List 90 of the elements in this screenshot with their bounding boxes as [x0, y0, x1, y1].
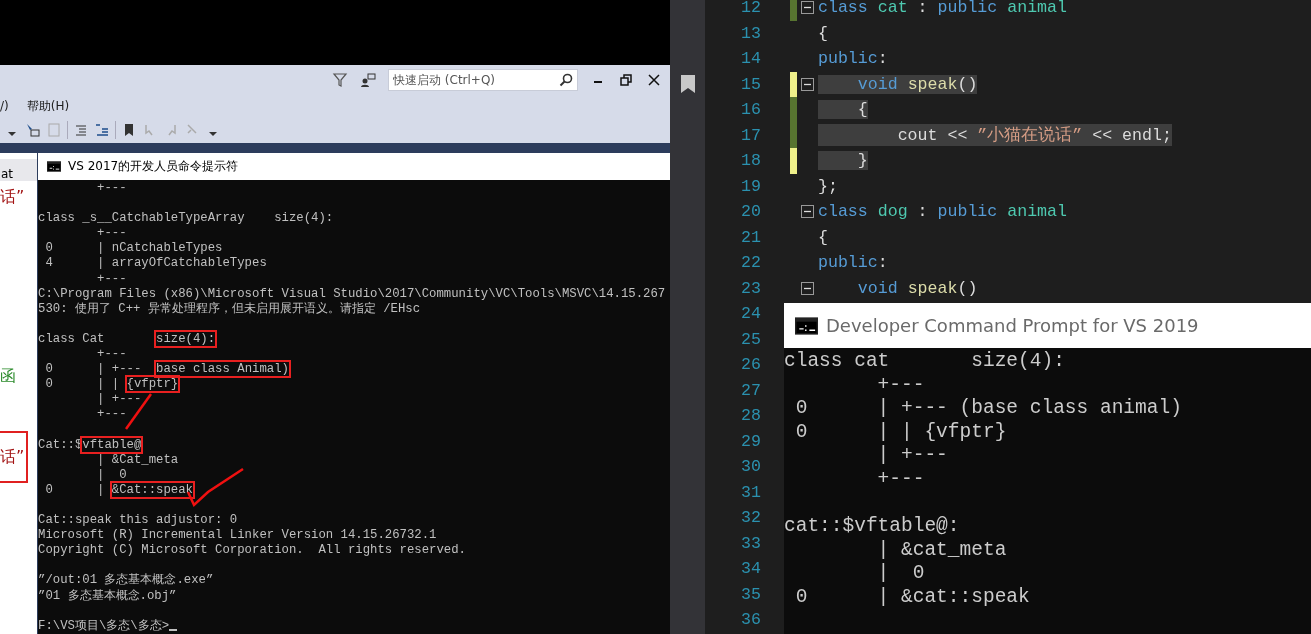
code-fragment: 函 — [0, 366, 17, 387]
console-line: 0 | nCatchableTypes — [44, 241, 223, 257]
line-number: 14 — [740, 49, 761, 69]
line-number: 29 — [740, 431, 761, 451]
console-line: | +--- — [96, 392, 142, 408]
line-number: 13 — [740, 23, 761, 43]
line-number: 36 — [740, 610, 761, 630]
console-line: 0 | &Cat::speak — [44, 482, 193, 498]
restore-button[interactable] — [618, 72, 634, 88]
indent-icon[interactable] — [73, 122, 89, 138]
console-line: +--- — [96, 226, 127, 242]
collapse-icon[interactable] — [801, 1, 814, 15]
console-line: +--- — [96, 407, 127, 423]
console-line: Microsoft (R) Incremental Linker Version 14.15.26732.1 — [38, 528, 437, 544]
cursor-icon[interactable] — [25, 122, 41, 138]
line-number: 18 — [740, 151, 761, 171]
window-title: VS 2017的开发人员命令提示符 — [68, 158, 239, 175]
line-number: 19 — [740, 176, 761, 196]
code-line: { — [818, 227, 828, 247]
console-line: 530: 使用了 C++ 异常处理程序，但未启用展开语义。请指定 /EHsc — [38, 301, 421, 317]
console-line: 0 | +--- base class Animal) — [44, 362, 289, 378]
code-line: }; — [818, 176, 838, 196]
close-button[interactable] — [646, 72, 662, 88]
code-fragment: 话” — [0, 187, 26, 208]
line-number: 33 — [740, 533, 761, 553]
line-number: 16 — [740, 100, 761, 120]
collapse-icon[interactable] — [801, 281, 814, 295]
console-line: +--- — [96, 181, 127, 197]
collapse-icon[interactable] — [801, 77, 814, 91]
console-line: Cat::speak this adjustor: 0 — [38, 513, 238, 529]
terminal-icon — [795, 316, 818, 335]
code-line: { — [818, 23, 828, 43]
line-number: 30 — [740, 457, 761, 477]
line-number: 15 — [740, 74, 761, 94]
console-line: +--- — [876, 467, 925, 492]
menu-item[interactable]: 帮助(H) — [26, 97, 70, 115]
console-line: +--- — [96, 271, 127, 287]
code-line: class cat : public animal — [818, 0, 1067, 18]
console-line: 0 | &cat::speak — [794, 585, 1030, 610]
menu-item[interactable]: /) — [0, 99, 9, 113]
quick-launch-field[interactable]: 快速启动 (Ctrl+Q) — [388, 69, 578, 91]
console-line: | &Cat_meta — [96, 452, 179, 468]
line-number: 34 — [740, 559, 761, 579]
line-number: 22 — [740, 253, 761, 273]
console-line: | 0 — [96, 467, 127, 483]
search-icon — [558, 72, 574, 88]
terminal-icon — [47, 161, 61, 172]
console-line: | &cat_meta — [876, 538, 1007, 563]
console-line: | +--- — [876, 444, 948, 468]
line-number: 23 — [740, 278, 761, 298]
collapse-icon[interactable] — [801, 205, 814, 219]
console-prompt: F:\VS项目\多态\多态> — [38, 618, 170, 634]
console-line: 0 | +--- (base class animal) — [794, 397, 1182, 421]
line-number: 35 — [740, 584, 761, 604]
code-line: class dog : public animal — [818, 202, 1067, 222]
line-number: 25 — [740, 329, 761, 349]
console-line: cat::$vftable@: — [784, 515, 960, 539]
line-number: 21 — [740, 227, 761, 247]
console-line: 0 | | {vfptr} — [44, 377, 179, 393]
indent-icon[interactable] — [94, 122, 110, 138]
console-line: +--- — [876, 373, 925, 398]
code-line: public: — [818, 253, 888, 273]
line-number: 28 — [740, 406, 761, 426]
window-title: Developer Command Prompt for VS 2019 — [826, 315, 1199, 336]
console-line: | 0 — [876, 562, 925, 586]
line-number: 26 — [740, 355, 761, 375]
text-cursor — [169, 628, 178, 631]
code-line: void speak() — [856, 278, 978, 298]
code-line: public: — [818, 49, 888, 69]
code-fragment: 话” — [0, 431, 28, 483]
feedback-icon[interactable] — [360, 72, 376, 88]
console-line: ”/out:01 多态基本概念.exe” — [38, 573, 214, 589]
console-line: 4 | arrayOfCatchableTypes — [44, 256, 267, 272]
console-line: 0 | | {vfptr} — [794, 420, 1007, 445]
console-line: Copyright (C) Microsoft Corporation. All rights reserved. — [38, 543, 466, 559]
console-line: C:\Program Files (x86)\Microsoft Visual Studio\2017\Community\VC\Tools\MSVC\14.15.267 — [38, 286, 666, 302]
line-number: 27 — [740, 380, 761, 400]
line-number: 24 — [740, 304, 761, 324]
console-line: +--- — [96, 347, 127, 363]
console-line: class _s__CatchableTypeArray size(4): — [38, 211, 334, 227]
console-line: class cat size(4): — [784, 350, 1065, 374]
console-line: ”01 多态基本概念.obj” — [38, 588, 177, 604]
line-number: 20 — [740, 202, 761, 222]
line-number: 12 — [740, 0, 761, 18]
line-number: 31 — [740, 482, 761, 502]
line-number: 32 — [740, 508, 761, 528]
filter-icon[interactable] — [332, 72, 348, 88]
console-line: class Cat size(4): — [38, 331, 216, 348]
tab-label[interactable]: at — [0, 159, 37, 181]
line-number: 17 — [740, 125, 761, 145]
